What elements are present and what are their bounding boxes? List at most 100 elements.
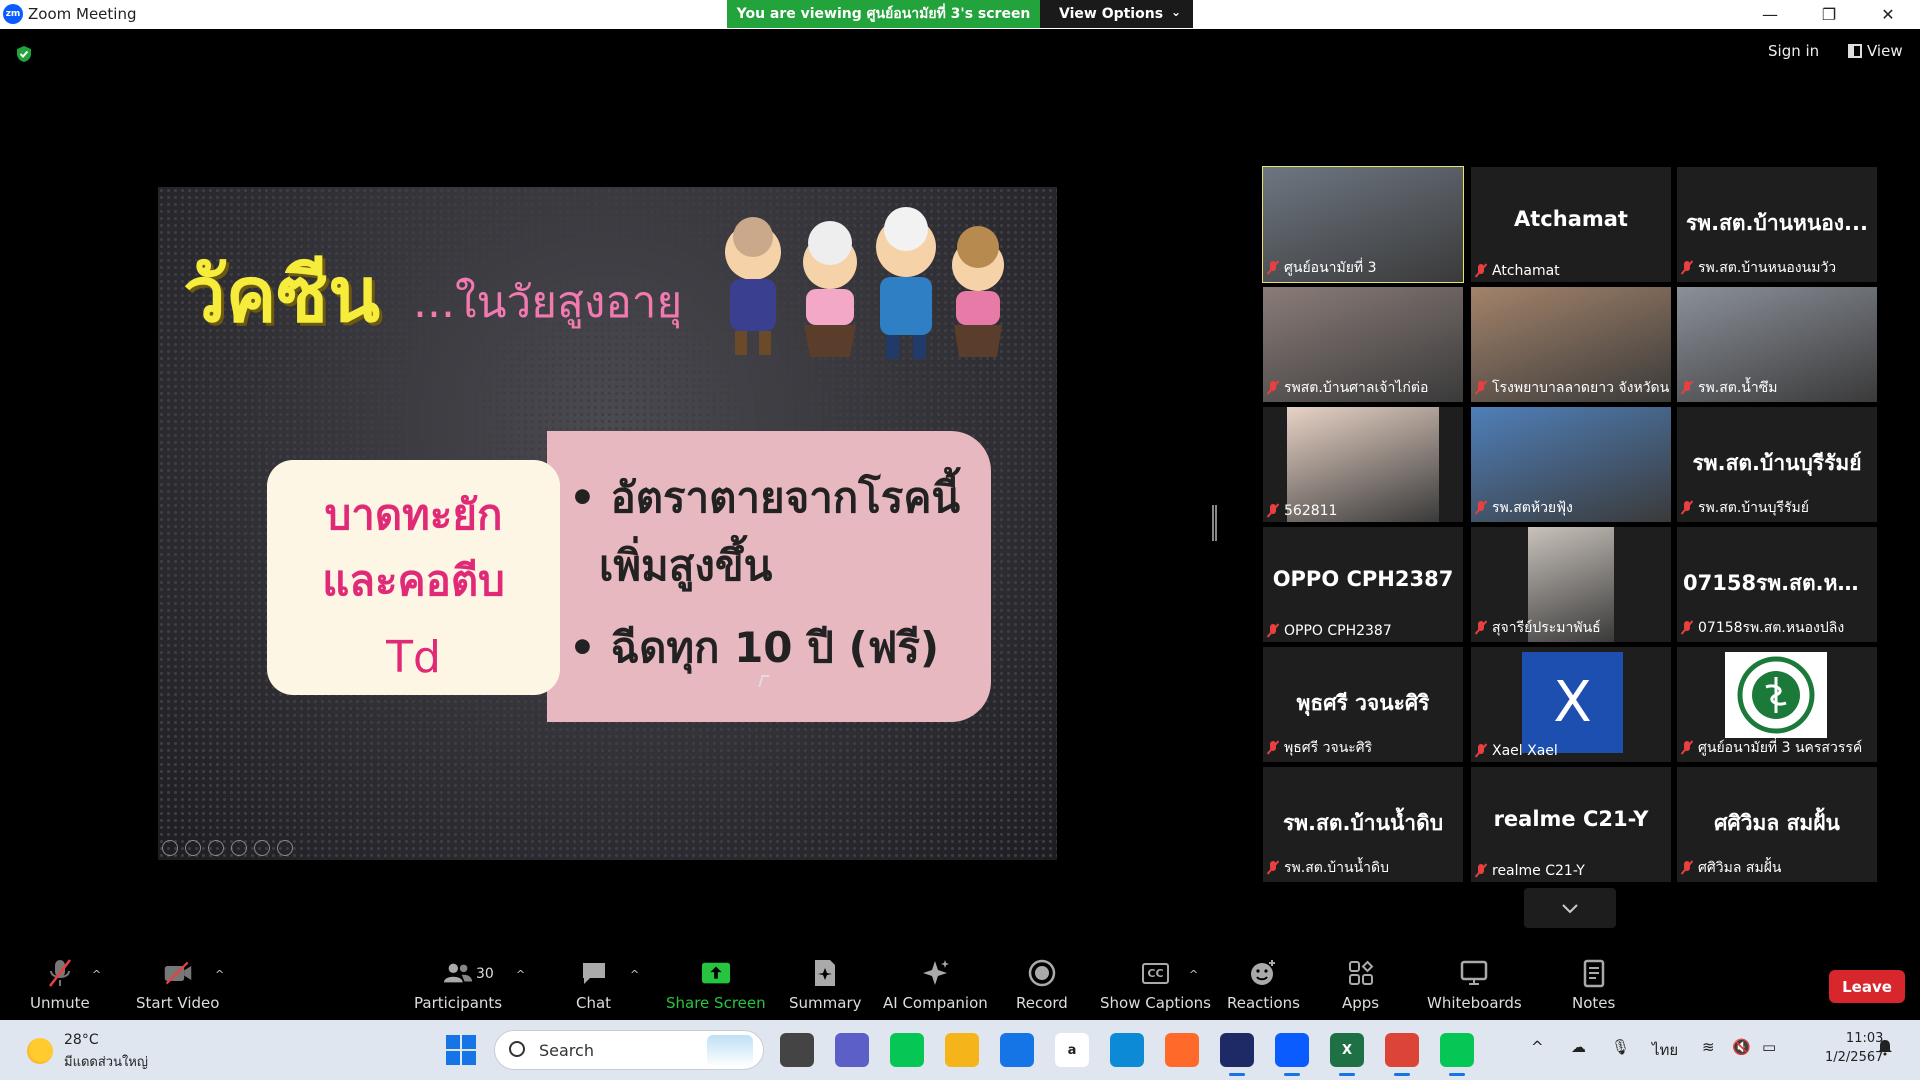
close-button[interactable]: ✕ [1860,0,1916,29]
participant-tile[interactable]: โรงพยาบาลลาดยาว จังหวัดนค... [1471,287,1671,402]
apps-label: Apps [1342,994,1380,1012]
participant-tile[interactable]: พุธศรี วจนะศิริ พุธศรี วจนะศิริ [1263,647,1463,762]
participant-tile[interactable]: 07158รพ.สต.หน... 07158รพ.สต.หนองปลิง [1677,527,1877,642]
onedrive-icon[interactable]: ☁ [1571,1038,1586,1056]
reactions-button[interactable]: Reactions [1227,958,1300,1012]
firefox-icon[interactable] [1165,1033,1199,1067]
mail-icon[interactable] [1000,1033,1034,1067]
participants-options-caret[interactable]: ^ [516,968,525,981]
battery-icon[interactable]: ▭ [1762,1038,1776,1056]
record-icon [1027,958,1057,988]
participant-tile[interactable]: X Xael Xael [1471,647,1671,762]
participant-tile[interactable]: สุจารีย์ประมาพันธ์ [1471,527,1671,642]
notification-bell-icon[interactable] [1876,1038,1894,1056]
zoom-taskbar-icon[interactable] [1275,1033,1309,1076]
panel-splitter-handle[interactable] [1212,505,1217,541]
participant-tile[interactable]: รพ.สต.บ้านน้ำดิบ รพ.สต.บ้านน้ำดิบ [1263,767,1463,882]
participant-big-name: OPPO CPH2387 [1272,567,1454,591]
show-hidden-icons-icon[interactable]: ^ [1531,1038,1544,1056]
wifi-icon[interactable]: ≋ [1702,1038,1715,1056]
audio-options-caret[interactable]: ^ [92,968,101,981]
participant-name: ศูนย์อนามัยที่ 3 นครสวรรค์ [1698,740,1863,756]
gallery-next-page-button[interactable] [1524,888,1616,928]
zoom-icon[interactable] [254,840,270,856]
participant-tile[interactable]: รพ.สต.บ้านหนอง... รพ.สต.บ้านหนองนมวัว [1677,167,1877,282]
weather-sun-icon[interactable] [27,1038,53,1064]
share-screen-label: Share Screen [666,994,766,1012]
participant-tile[interactable]: ศศิวิมล สมฝั้น ศศิวิมล สมฝั้น [1677,767,1877,882]
participant-tile[interactable]: รพสต.บ้านศาลเจ้าไก่ต่อ [1263,287,1463,402]
apps-button[interactable]: Apps [1342,958,1379,1012]
view-button[interactable]: View [1848,42,1903,60]
next-slide-icon[interactable] [185,840,201,856]
system-clock[interactable]: 11:03 1/2/2567 [1825,1030,1883,1068]
whiteboards-button[interactable]: Whiteboards [1427,958,1522,1012]
unmute-button[interactable]: Unmute [30,958,90,1012]
participant-tile[interactable]: OPPO CPH2387 OPPO CPH2387 [1263,527,1463,642]
restore-button[interactable]: ❐ [1801,0,1857,29]
volume-muted-icon[interactable]: 🔇 [1732,1038,1751,1056]
chat-options-caret[interactable]: ^ [630,968,639,981]
participant-name-bar: โรงพยาบาลลาดยาว จังหวัดนค... [1475,377,1669,399]
sign-in-button[interactable]: Sign in [1768,42,1819,60]
notes-button[interactable]: Notes [1572,958,1615,1012]
participant-tile[interactable]: รพ.สตห้วยฟุ้ง [1471,407,1671,522]
participant-tile[interactable]: 562811 [1263,407,1463,522]
ai-companion-button[interactable]: AI Companion [883,958,988,1012]
wps-office-icon[interactable] [1220,1033,1254,1076]
muted-mic-icon [1475,864,1487,878]
teams-chat-icon[interactable] [835,1033,869,1067]
notes-icon [1579,958,1609,988]
participant-tile[interactable]: รพ.สต.น้ำซึม [1677,287,1877,402]
input-language[interactable]: ไทย [1652,1038,1678,1062]
captions-options-caret[interactable]: ^ [1189,968,1198,981]
line-app-icon-2[interactable] [1440,1033,1474,1076]
prev-slide-icon[interactable] [162,840,178,856]
chat-button[interactable]: Chat [576,958,611,1012]
participant-tile[interactable]: realme C21-Y realme C21-Y [1471,767,1671,882]
muted-mic-icon [1475,264,1487,278]
participant-tile[interactable]: ศูนย์อนามัยที่ 3 นครสวรรค์ [1677,647,1877,762]
more-options-icon[interactable] [277,840,293,856]
edge-browser-icon[interactable] [1110,1033,1144,1067]
participant-name: Atchamat [1492,263,1560,279]
view-options-label: View Options [1059,6,1164,22]
amazon-icon[interactable]: a [1055,1033,1089,1067]
line-app-icon[interactable] [890,1033,924,1067]
video-options-caret[interactable]: ^ [215,968,224,981]
windows-start-icon[interactable] [446,1035,476,1065]
participant-name-bar: OPPO CPH2387 [1267,623,1392,639]
task-view-icon[interactable] [780,1033,814,1067]
minimize-button[interactable]: — [1742,0,1798,29]
excel-icon[interactable]: X [1330,1033,1364,1076]
taskbar-search-box[interactable]: Search [494,1030,764,1070]
show-captions-button[interactable]: CC Show Captions [1100,958,1211,1012]
participant-name-bar: รพ.สต.บ้านหนองนมวัว [1681,257,1836,279]
participant-tile[interactable]: ศูนย์อนามัยที่ 3 [1262,166,1464,283]
summary-button[interactable]: Summary [789,958,862,1012]
leave-button[interactable]: Leave [1829,970,1905,1003]
participant-name-bar: realme C21-Y [1475,863,1585,879]
reactions-label: Reactions [1227,994,1300,1012]
muted-mic-icon [1681,381,1693,395]
slides-grid-icon[interactable] [231,840,247,856]
view-options-dropdown[interactable]: View Options ⌄ [1040,0,1193,28]
participant-name-bar: ศศิวิมล สมฝั้น [1681,857,1781,879]
participant-tile[interactable]: Atchamat Atchamat [1471,167,1671,282]
weather-temperature[interactable]: 28°C [64,1032,99,1048]
microphone-icon[interactable]: 🎙 [1611,1038,1630,1056]
encryption-shield-icon[interactable] [15,45,33,63]
start-video-button[interactable]: Start Video [136,958,219,1012]
slide-title: วัคซีน [183,250,381,339]
muted-mic-icon [1681,621,1693,635]
slide-subtitle: ...ในวัยสูงอายุ [413,277,683,328]
summary-label: Summary [789,994,862,1012]
clock-date: 1/2/2567 [1825,1049,1884,1065]
record-button[interactable]: Record [1016,958,1068,1012]
weather-condition[interactable]: มีแดดส่วนใหญ่ [64,1051,148,1072]
chrome-icon[interactable] [1385,1033,1419,1076]
share-screen-button[interactable]: Share Screen [666,958,766,1012]
pen-icon[interactable] [208,840,224,856]
file-explorer-icon[interactable] [945,1033,979,1067]
participant-tile[interactable]: รพ.สต.บ้านบุรีรัมย์ รพ.สต.บ้านบุรีรัมย์ [1677,407,1877,522]
